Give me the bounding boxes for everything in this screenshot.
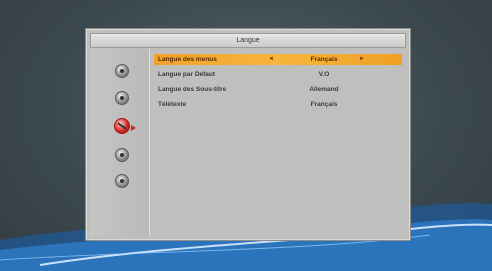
screen-icon[interactable] bbox=[115, 148, 129, 162]
row-value: V.O bbox=[318, 71, 330, 78]
row-label: Télétexte bbox=[158, 101, 187, 108]
arrow-left-icon[interactable]: ◄ bbox=[268, 54, 274, 65]
settings-icon[interactable] bbox=[115, 64, 129, 78]
row-value: Allemand bbox=[309, 86, 339, 93]
language-icon[interactable] bbox=[114, 118, 130, 134]
row-value: Français bbox=[310, 101, 338, 108]
row-label: Langue des Sous-titre bbox=[158, 86, 227, 93]
menu-icon-column bbox=[90, 49, 150, 236]
channel-icon[interactable] bbox=[115, 174, 129, 188]
target-icon[interactable] bbox=[115, 91, 129, 105]
row-label: Langue des menus bbox=[158, 56, 217, 63]
settings-list: Langue des menus ◄ Français ► Langue par… bbox=[154, 49, 404, 236]
row-default-language[interactable]: Langue par Défaut V.O bbox=[154, 69, 402, 80]
row-menu-language[interactable]: Langue des menus ◄ Français ► bbox=[154, 54, 402, 65]
row-teletext[interactable]: Télétexte Français bbox=[154, 99, 402, 110]
row-value: Français bbox=[310, 56, 338, 63]
row-subtitle-language[interactable]: Langue des Sous-titre Allemand bbox=[154, 84, 402, 95]
language-dialog: Langue Langue des menus ◄ Français ► Lan… bbox=[85, 28, 411, 241]
dialog-title: Langue bbox=[90, 33, 406, 48]
row-label: Langue par Défaut bbox=[158, 71, 216, 78]
active-pointer-icon bbox=[131, 125, 136, 131]
arrow-right-icon[interactable]: ► bbox=[359, 54, 365, 65]
